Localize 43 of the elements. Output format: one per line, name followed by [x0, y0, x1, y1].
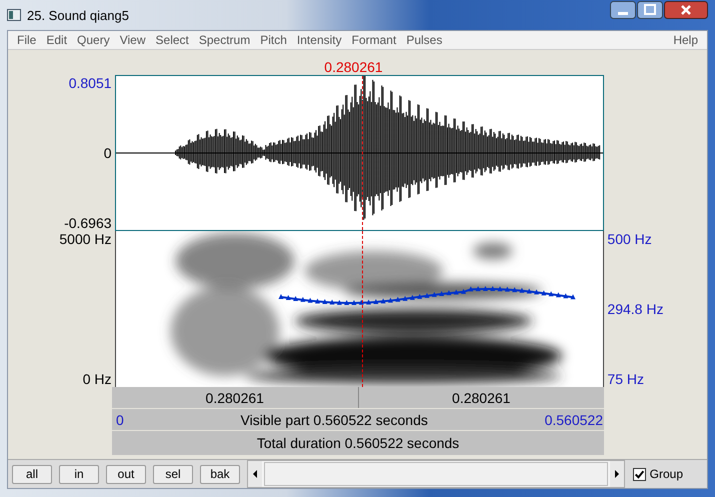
total-duration-bar[interactable]: Total duration 0.560522 seconds — [112, 431, 604, 455]
frequency-label: 0 Hz — [82, 371, 112, 387]
cursor-time: 0.280261 — [324, 59, 383, 75]
menu-item[interactable]: Query — [72, 33, 115, 47]
pitch-label: 294.8 Hz — [607, 301, 664, 317]
close-icon[interactable] — [664, 1, 708, 19]
scroll-right-icon[interactable] — [610, 461, 624, 487]
window-title: 25. Sound qiang5 — [27, 8, 129, 22]
menu-item[interactable]: Pulses — [401, 33, 448, 47]
group-checkbox[interactable] — [632, 468, 646, 480]
menu-item[interactable]: File — [12, 33, 42, 47]
zoom-button[interactable]: bak — [200, 464, 240, 484]
maximize-icon[interactable] — [637, 1, 663, 19]
menu-item[interactable]: View — [114, 33, 151, 47]
menu-item[interactable]: Spectrum — [194, 33, 256, 47]
zoom-button[interactable]: sel — [153, 464, 193, 484]
menu-item[interactable]: Pitch — [255, 33, 292, 47]
amplitude-zero: 0 — [104, 145, 112, 161]
amplitude-min: -0.6963 — [64, 215, 112, 231]
pitch-label: 75 Hz — [607, 371, 645, 387]
menu-item[interactable]: Intensity — [292, 33, 347, 47]
frequency-label: 5000 Hz — [59, 231, 112, 247]
group-label: Group — [650, 467, 683, 481]
selection-segment[interactable]: 0.280261 — [358, 387, 604, 408]
visible-end: 0.560522 — [544, 412, 603, 428]
scroll-left-icon[interactable] — [248, 461, 262, 487]
menu-item[interactable]: Edit — [41, 33, 72, 47]
visible-start: 0 — [116, 412, 124, 428]
menu-item[interactable]: Help — [668, 33, 703, 47]
visible-part-bar[interactable]: 0 Visible part 0.560522 seconds 0.560522 — [112, 409, 604, 430]
total-duration-label: Total duration 0.560522 seconds — [256, 435, 460, 451]
visible-part-label: Visible part 0.560522 seconds — [240, 412, 428, 428]
menu-item[interactable]: Select — [150, 33, 194, 47]
zoom-button[interactable]: out — [106, 464, 146, 484]
amplitude-max: 0.8051 — [68, 75, 112, 91]
pitch-label: 500 Hz — [607, 231, 653, 247]
zoom-button[interactable]: in — [59, 464, 99, 484]
selection-segment[interactable]: 0.280261 — [112, 387, 358, 408]
scrollbar-thumb[interactable] — [264, 462, 608, 486]
zoom-button[interactable]: all — [12, 464, 52, 484]
minimize-icon[interactable] — [610, 1, 636, 19]
menu-item[interactable]: Formant — [346, 33, 402, 47]
app-icon — [7, 9, 21, 21]
